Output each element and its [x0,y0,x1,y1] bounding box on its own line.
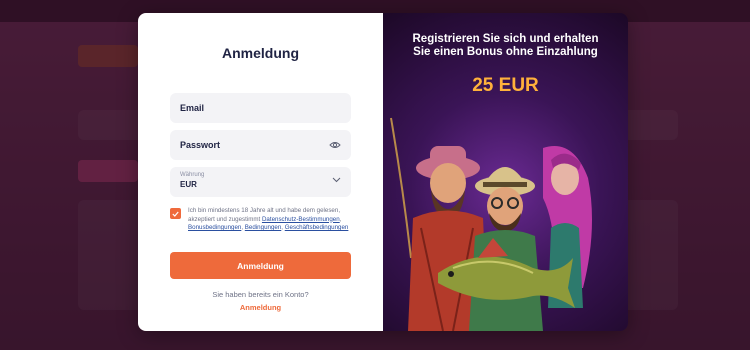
conditions-link[interactable]: Bedingungen [245,224,281,231]
eye-icon[interactable] [329,141,341,149]
explorer-character [469,167,543,331]
have-account-text: Sie haben bereits ein Konto? [212,290,309,299]
terms-separator: , [339,215,342,223]
promo-title: Registrieren Sie sich und erhalten Sie e… [383,33,628,59]
currency-label: Währung [180,172,205,178]
promo-panel: Registrieren Sie sich und erhalten Sie e… [383,13,628,331]
registration-form: Anmeldung Email Passwort Währung EUR Ich… [138,13,383,331]
bonus-amount: 25 EUR [472,75,539,96]
form-title: Anmeldung [222,45,299,61]
bonus-terms-link[interactable]: Bonusbedingungen [188,224,241,231]
business-terms-link[interactable]: Geschäftsbedingungen [285,224,349,231]
password-field[interactable]: Passwort [170,130,351,160]
terms-text: Ich bin mindestens 18 Jahre alt und habe… [188,207,351,233]
promo-title-line-1: Registrieren Sie sich und erhalten [412,33,599,45]
currency-select[interactable]: Währung EUR [170,167,351,197]
fishing-rod [390,117,412,259]
check-icon [172,211,179,217]
chevron-down-icon [332,177,341,183]
privacy-policy-link[interactable]: Datenschutz-Bestimmungen [262,216,340,223]
terms-consent: Ich bin mindestens 18 Jahre alt und habe… [170,207,351,233]
email-field[interactable]: Email [170,93,351,123]
currency-value: EUR [180,180,197,189]
terms-checkbox[interactable] [170,208,181,219]
promo-title-line-2: Sie einen Bonus ohne Einzahlung [413,46,598,58]
login-link[interactable]: Anmeldung [138,303,383,312]
password-label: Passwort [180,140,221,150]
email-label: Email [180,103,205,113]
register-button[interactable]: Anmeldung [170,252,351,279]
promo-characters-illustration [390,117,592,331]
registration-modal: Anmeldung Email Passwort Währung EUR Ich… [138,13,628,331]
